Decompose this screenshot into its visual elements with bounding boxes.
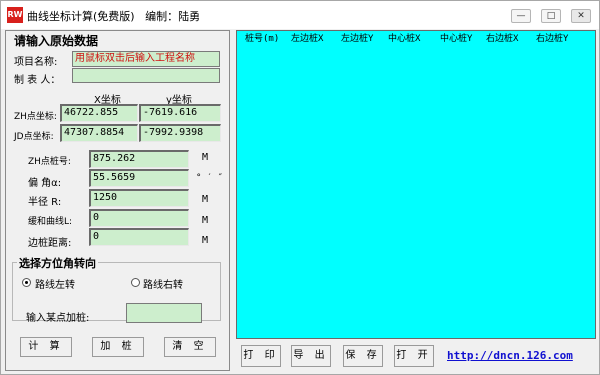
print-button[interactable]: 打 印	[241, 345, 281, 367]
zh-coord-label: ZH点坐标:	[14, 112, 57, 122]
col-left-x: 左边桩X	[291, 34, 324, 44]
col-right-x: 右边桩X	[486, 34, 519, 44]
jd-coord-label: JD点坐标:	[14, 132, 54, 142]
clear-button[interactable]: 清 空	[164, 337, 216, 357]
minimize-button[interactable]: —	[511, 9, 531, 23]
jd-y-field[interactable]: -7992.9398	[139, 124, 221, 142]
turn-right-label[interactable]: 路线右转	[143, 276, 183, 291]
export-button[interactable]: 导 出	[291, 345, 331, 367]
open-button[interactable]: 打 开	[394, 345, 434, 367]
dms-unit: ° ′ ″	[196, 173, 224, 183]
title-bar: RW 曲线坐标计算(免费版) 编制：陆勇 — □ ✕	[1, 1, 599, 29]
input-panel: 请输入原始数据 项目名称: 用鼠标双击后输入工程名称 制 表 人： X坐标 y坐…	[5, 30, 230, 371]
add-station-label: 输入某点加桩:	[26, 313, 90, 324]
transition-unit: M	[202, 215, 209, 226]
preparer-label: 制 表 人：	[14, 75, 61, 86]
calculate-button[interactable]: 计 算	[20, 337, 72, 357]
side-distance-field[interactable]: 0	[89, 228, 189, 246]
maximize-button[interactable]: □	[541, 9, 561, 23]
radius-unit: M	[202, 194, 209, 205]
transition-field[interactable]: 0	[89, 209, 189, 227]
project-name-field[interactable]: 用鼠标双击后输入工程名称	[72, 51, 220, 67]
results-grid[interactable]: 桩号(m) 左边桩X 左边桩Y 中心桩X 中心桩Y 右边桩X 右边桩Y	[236, 30, 596, 339]
col-left-y: 左边桩Y	[341, 34, 374, 44]
add-station-field[interactable]	[126, 303, 202, 323]
transition-label: 缓和曲线L:	[28, 217, 73, 227]
col-station: 桩号(m)	[245, 34, 280, 44]
turn-left-radio[interactable]	[22, 278, 31, 287]
side-distance-label: 边桩距离:	[28, 238, 72, 249]
panel-heading: 请输入原始数据	[14, 34, 99, 48]
zh-x-field[interactable]: 46722.855	[60, 104, 138, 122]
turn-left-label[interactable]: 路线左转	[35, 276, 75, 291]
close-button[interactable]: ✕	[571, 9, 591, 23]
zh-station-label: ZH点桩号:	[28, 157, 71, 167]
window-title: 曲线坐标计算(免费版) 编制：陆勇	[27, 10, 201, 23]
col-right-y: 右边桩Y	[536, 34, 569, 44]
save-button[interactable]: 保 存	[343, 345, 383, 367]
grid-header-row: 桩号(m) 左边桩X 左边桩Y 中心桩X 中心桩Y 右边桩X 右边桩Y	[237, 31, 595, 44]
main-window: RW 曲线坐标计算(免费版) 编制：陆勇 — □ ✕ 请输入原始数据 项目名称:…	[0, 0, 600, 375]
website-link[interactable]: http://dncn.126.com	[447, 349, 573, 362]
app-logo-icon: RW	[7, 7, 23, 23]
col-center-x: 中心桩X	[388, 34, 421, 44]
zh-station-unit: M	[202, 152, 209, 163]
preparer-field[interactable]	[72, 68, 220, 83]
radius-label: 半径 R:	[28, 197, 62, 208]
project-name-label: 项目名称:	[14, 57, 58, 68]
zh-y-field[interactable]: -7619.616	[139, 104, 221, 122]
add-stake-button[interactable]: 加 桩	[92, 337, 144, 357]
jd-x-field[interactable]: 47307.8854	[60, 124, 138, 142]
radius-field[interactable]: 1250	[89, 189, 189, 207]
deflection-field[interactable]: 55.5659	[89, 169, 189, 187]
side-distance-unit: M	[202, 235, 209, 246]
turn-right-radio[interactable]	[131, 278, 140, 287]
deflection-label: 偏 角α:	[28, 178, 62, 189]
direction-heading: 选择方位角转向	[17, 255, 98, 271]
zh-station-field[interactable]: 875.262	[89, 150, 189, 168]
col-center-y: 中心桩Y	[440, 34, 473, 44]
